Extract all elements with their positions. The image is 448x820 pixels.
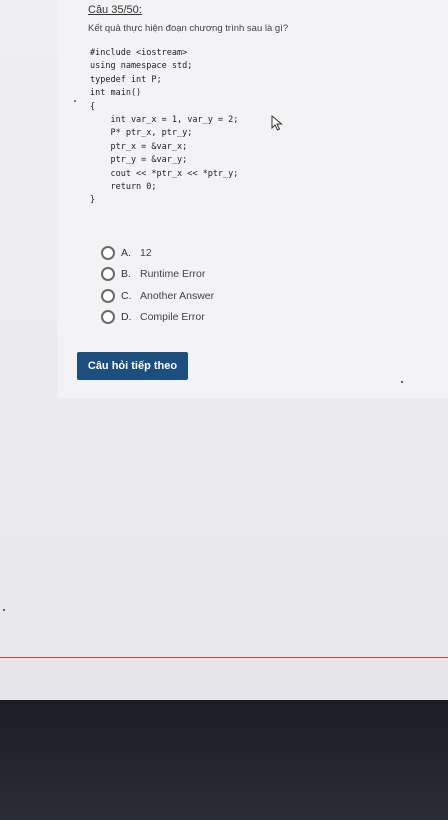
question-text: Kết quả thực hiện đoạn chương trình sau …	[88, 23, 289, 34]
option-letter: B.	[121, 268, 131, 281]
answer-options: A. 12 B. Runtime Error C. Another Answer…	[101, 242, 214, 328]
window-divider-line	[0, 657, 448, 658]
code-line: return 0;	[90, 181, 157, 192]
bullet-dot	[74, 100, 76, 102]
option-text: 12	[140, 246, 152, 259]
code-line: int main()	[90, 88, 142, 99]
radio-button[interactable]	[101, 288, 115, 303]
radio-button[interactable]	[101, 267, 115, 282]
code-line: using namespace std;	[90, 61, 193, 72]
code-line: typedef int P;	[90, 74, 162, 85]
code-line: cout << *ptr_x << *ptr_y;	[90, 168, 239, 179]
mouse-cursor-icon	[271, 115, 283, 131]
option-letter: A.	[121, 246, 131, 259]
radio-button[interactable]	[101, 245, 115, 260]
option-c[interactable]: C. Another Answer	[101, 285, 214, 307]
code-line: ptr_x = &var_x;	[90, 141, 188, 152]
code-line: P* ptr_x, ptr_y;	[90, 128, 193, 139]
code-line: }	[90, 195, 96, 206]
next-question-button[interactable]: Câu hỏi tiếp theo	[77, 352, 188, 380]
code-line: #include <iostream>	[90, 48, 188, 58]
question-title: Câu 35/50:	[88, 4, 142, 16]
dust-speck	[3, 609, 5, 611]
monitor-bezel	[0, 700, 448, 820]
option-d[interactable]: D. Compile Error	[101, 307, 214, 329]
option-a[interactable]: A. 12	[101, 242, 214, 264]
option-text: Compile Error	[140, 311, 205, 324]
option-letter: D.	[121, 311, 132, 324]
radio-button[interactable]	[101, 310, 115, 325]
dust-speck	[401, 381, 403, 383]
option-letter: C.	[121, 289, 132, 302]
option-b[interactable]: B. Runtime Error	[101, 264, 214, 286]
option-text: Runtime Error	[140, 268, 206, 281]
option-text: Another Answer	[140, 289, 215, 302]
code-line: int var_x = 1, var_y = 2;	[90, 114, 239, 125]
code-line: ptr_y = &var_y;	[90, 155, 188, 166]
screen: Câu 35/50: Kết quả thực hiện đoạn chương…	[0, 0, 448, 700]
code-line: {	[90, 101, 96, 112]
code-block: #include <iostream> using namespace std; t…	[90, 47, 238, 208]
